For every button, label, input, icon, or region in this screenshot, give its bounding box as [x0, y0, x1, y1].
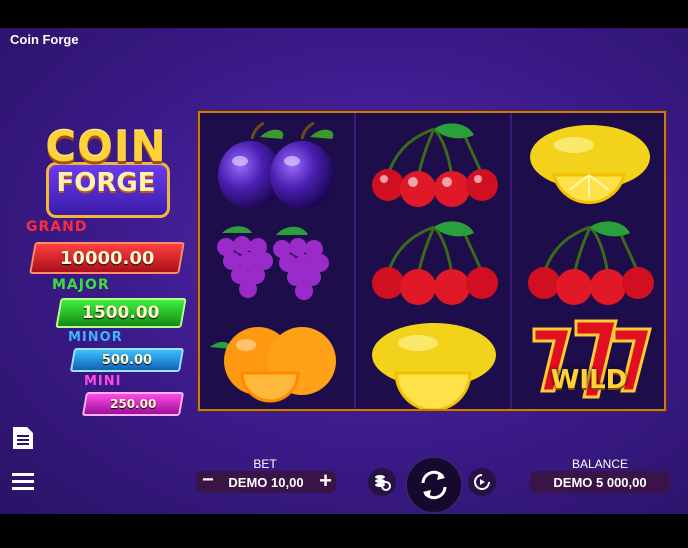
autoplay-button[interactable]	[468, 468, 496, 496]
document-icon[interactable]	[11, 425, 35, 451]
balance-value: DEMO 5 000,00	[530, 471, 670, 493]
coins-settings-button[interactable]	[368, 468, 396, 496]
jackpot-minor-label: MINOR	[68, 330, 123, 345]
balance-label: BALANCE	[571, 457, 629, 471]
reel-divider	[354, 113, 356, 409]
jackpot-grand-value: 10000.00	[59, 247, 155, 269]
jackpot-mini-box: 250.00	[81, 392, 185, 416]
jackpot-grand-label: GRAND	[26, 219, 88, 235]
plum-symbol	[218, 121, 334, 209]
cherry-symbol	[528, 221, 654, 305]
orange-symbol	[210, 327, 336, 403]
hamburger-menu-icon[interactable]	[12, 472, 34, 492]
lemon-symbol	[372, 323, 496, 409]
jackpot-minor-value: 500.00	[101, 352, 153, 368]
game-logo: COIN FORGE	[40, 122, 172, 218]
bottom-bar	[0, 514, 688, 548]
bet-panel: − DEMO 10,00 +	[196, 468, 336, 494]
bet-label: BET	[253, 457, 277, 471]
jackpot-minor-box: 500.00	[69, 348, 185, 372]
grapes-symbol	[217, 226, 329, 300]
jackpot-mini-value: 250.00	[109, 397, 157, 411]
wild-symbol: WILD	[514, 311, 664, 409]
jackpot-major-box: 1500.00	[55, 298, 187, 328]
logo-line1: COIN	[45, 122, 167, 171]
jackpot-major-value: 1500.00	[82, 303, 160, 323]
cherry-symbol	[372, 123, 498, 207]
logo-line2: FORGE	[56, 168, 156, 198]
jackpot-grand-box: 10000.00	[29, 242, 185, 274]
jackpot-mini-label: MINI	[84, 374, 122, 389]
top-bar	[0, 0, 688, 28]
reel-divider	[510, 113, 512, 409]
bet-value: DEMO 10,00	[228, 474, 304, 490]
bet-increase-button[interactable]: +	[319, 468, 332, 494]
cherry-symbol	[372, 221, 498, 305]
lemon-symbol	[530, 125, 650, 205]
bet-decrease-button[interactable]: −	[202, 469, 214, 492]
coins-settings-icon	[375, 475, 391, 491]
autoplay-icon	[474, 474, 490, 490]
game-title: Coin Forge	[10, 32, 79, 47]
wild-label: WILD	[550, 365, 628, 395]
jackpot-major-label: MAJOR	[52, 277, 110, 293]
spin-button[interactable]	[405, 456, 463, 514]
spin-arrows-icon	[421, 470, 447, 500]
reel-area[interactable]: WILD	[198, 111, 666, 411]
